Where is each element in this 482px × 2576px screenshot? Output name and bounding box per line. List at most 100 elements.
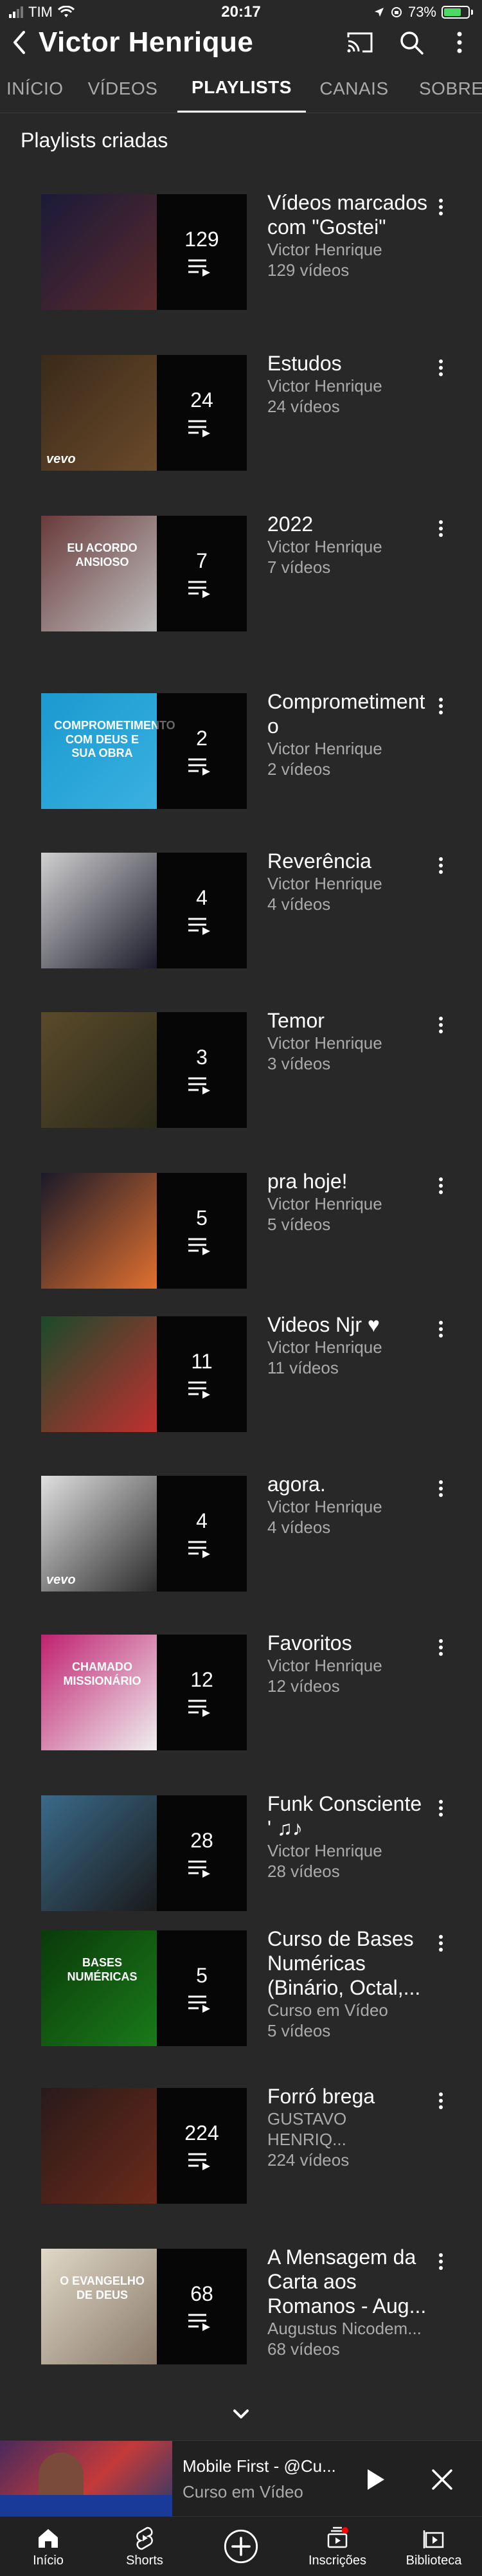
- playlist-menu-button[interactable]: [428, 1476, 454, 1501]
- mini-player-close-button[interactable]: [428, 2465, 456, 2494]
- playlist-row[interactable]: 5 pra hoje! Victor Henrique 5 vídeos: [0, 1169, 482, 1298]
- thumbnail-caption: COMPROMETIMENTO COM DEUS E SUA OBRA: [54, 719, 175, 760]
- playlist-menu-button[interactable]: [428, 1316, 454, 1342]
- mini-player-play-button[interactable]: [360, 2465, 388, 2494]
- section-title: Playlists criadas: [21, 129, 168, 152]
- playlist-thumbnail[interactable]: O EVANGELHO DE DEUS 68: [41, 2249, 247, 2364]
- playlist-author: GUSTAVO HENRIQ...: [267, 2109, 347, 2149]
- playlist-info[interactable]: Forró brega GUSTAVO HENRIQ... 224 vídeos: [267, 2084, 428, 2170]
- playlist-thumbnail[interactable]: 129: [41, 194, 247, 310]
- thumbnail-image: [41, 194, 157, 310]
- playlist-thumbnail[interactable]: vevo 24: [41, 355, 247, 471]
- playlist-menu-button[interactable]: [428, 1795, 454, 1821]
- playlist-menu-button[interactable]: [428, 1173, 454, 1199]
- search-icon: [400, 32, 424, 55]
- playlist-queue-icon: [188, 918, 210, 935]
- nav-inicio[interactable]: Início: [0, 2517, 96, 2576]
- cast-button[interactable]: [334, 24, 386, 60]
- playlist-menu-button[interactable]: [428, 853, 454, 878]
- search-button[interactable]: [386, 24, 437, 60]
- playlist-menu-button[interactable]: [428, 1012, 454, 1038]
- more-vert-icon: [439, 1639, 443, 1656]
- playlist-row[interactable]: COMPROMETIMENTO COM DEUS E SUA OBRA 2 Comp…: [0, 689, 482, 818]
- playlist-info[interactable]: 2022 Victor Henrique 7 vídeos: [267, 512, 428, 577]
- playlist-info[interactable]: Funk Consciente ' ♫♪ Victor Henrique 28 ví…: [267, 1791, 428, 1882]
- thumbnail-image: [41, 1173, 157, 1289]
- more-vert-icon: [439, 1935, 443, 1952]
- playlist-info[interactable]: Favoritos Victor Henrique 12 vídeos: [267, 1631, 428, 1696]
- playlist-thumbnail[interactable]: 5: [41, 1173, 247, 1289]
- playlist-thumbnail[interactable]: 4: [41, 853, 247, 968]
- playlist-info[interactable]: Vídeos marcados com "Gostei" Victor Henri…: [267, 190, 428, 280]
- playlist-info[interactable]: Comprometimento Victor Henrique 2 vídeos: [267, 689, 428, 779]
- playlist-thumbnail[interactable]: vevo 4: [41, 1476, 247, 1592]
- nav-biblioteca[interactable]: Biblioteca: [386, 2517, 482, 2576]
- playlist-thumbnail[interactable]: 11: [41, 1316, 247, 1432]
- playlist-info[interactable]: agora. Victor Henrique 4 vídeos: [267, 1472, 428, 1537]
- nav-label: Inscrições: [308, 2553, 367, 2568]
- nav-label: Início: [33, 2553, 64, 2568]
- playlist-count-overlay: 68: [157, 2249, 247, 2364]
- battery-icon: [442, 6, 473, 19]
- more-vert-icon: [439, 1321, 443, 1338]
- more-vert-icon: [439, 1800, 443, 1817]
- thumbnail-image: [41, 2088, 157, 2204]
- clock: 20:17: [221, 3, 261, 21]
- more-vert-icon: [439, 2092, 443, 2109]
- playlist-menu-button[interactable]: [428, 693, 454, 719]
- nav-create[interactable]: [193, 2517, 289, 2576]
- playlist-info[interactable]: Curso de Bases Numéricas (Binário, Octal…: [267, 1927, 428, 2041]
- thumbnail-image: [41, 1635, 157, 1750]
- playlist-thumbnail[interactable]: 3: [41, 1012, 247, 1128]
- playlist-info[interactable]: Reverência Victor Henrique 4 vídeos: [267, 849, 428, 914]
- playlist-row[interactable]: O EVANGELHO DE DEUS 68 A Mensagem da Carta…: [0, 2245, 482, 2373]
- playlist-thumbnail[interactable]: COMPROMETIMENTO COM DEUS E SUA OBRA 2: [41, 693, 247, 809]
- playlist-info[interactable]: Temor Victor Henrique 3 vídeos: [267, 1008, 428, 1074]
- expand-button[interactable]: [228, 2405, 254, 2424]
- playlist-row[interactable]: EU ACORDO ANSIOSO 7 2022 Victor Henrique 7 v…: [0, 512, 482, 640]
- playlist-row[interactable]: vevo 4 agora. Victor Henrique 4 vídeos: [0, 1472, 482, 1601]
- playlist-row[interactable]: 4 Reverência Victor Henrique 4 vídeos: [0, 849, 482, 977]
- playlist-count-overlay: 28: [157, 1795, 247, 1911]
- playlist-menu-button[interactable]: [428, 1635, 454, 1660]
- playlist-thumbnail[interactable]: 28: [41, 1795, 247, 1911]
- tab-inicio[interactable]: INÍCIO: [0, 64, 68, 113]
- playlist-row[interactable]: 11 Videos Njr ♥ Victor Henrique 11 vídeos: [0, 1312, 482, 1441]
- playlist-thumbnail[interactable]: 224: [41, 2088, 247, 2204]
- playlist-row[interactable]: 129 Vídeos marcados com "Gostei" Victor He…: [0, 190, 482, 319]
- more-vert-icon: [439, 857, 443, 874]
- tab-sobre[interactable]: SOBRE: [402, 64, 482, 113]
- more-options-button[interactable]: [437, 24, 482, 60]
- playlist-menu-button[interactable]: [428, 2249, 454, 2274]
- playlist-row[interactable]: vevo 24 Estudos Victor Henrique 24 vídeos: [0, 351, 482, 480]
- playlist-row[interactable]: 3 Temor Victor Henrique 3 vídeos: [0, 1008, 482, 1137]
- playlist-menu-button[interactable]: [428, 194, 454, 220]
- mini-player-thumbnail[interactable]: [0, 2441, 172, 2517]
- mini-player[interactable]: Mobile First - @Cu... Curso em Vídeo: [0, 2440, 482, 2517]
- playlist-thumbnail[interactable]: EU ACORDO ANSIOSO 7: [41, 516, 247, 631]
- playlist-menu-button[interactable]: [428, 516, 454, 541]
- mini-player-title[interactable]: Mobile First - @Cu...: [183, 2456, 350, 2476]
- library-icon: [423, 2530, 444, 2548]
- playlist-menu-button[interactable]: [428, 355, 454, 381]
- playlist-title: Forró brega: [267, 2085, 375, 2108]
- playlist-row[interactable]: CHAMADO MISSIONÁRIO 12 Favoritos Victor Hen…: [0, 1631, 482, 1759]
- nav-inscricoes[interactable]: Inscrições: [289, 2517, 386, 2576]
- playlist-row[interactable]: BASES NUMÉRICAS 5 Curso de Bases Numéricas…: [0, 1927, 482, 2055]
- nav-shorts[interactable]: Shorts: [96, 2517, 193, 2576]
- playlist-thumbnail[interactable]: CHAMADO MISSIONÁRIO 12: [41, 1635, 247, 1750]
- playlist-menu-button[interactable]: [428, 1930, 454, 1956]
- tab-playlists[interactable]: PLAYLISTS: [177, 64, 306, 113]
- playlist-thumbnail[interactable]: BASES NUMÉRICAS 5: [41, 1930, 247, 2046]
- back-button[interactable]: [0, 24, 39, 60]
- tab-videos[interactable]: VÍDEOS: [68, 64, 177, 113]
- playlist-info[interactable]: A Mensagem da Carta aos Romanos - Aug...…: [267, 2245, 428, 2359]
- playlist-info[interactable]: Videos Njr ♥ Victor Henrique 11 vídeos: [267, 1312, 428, 1378]
- playlist-row[interactable]: 224 Forró brega GUSTAVO HENRIQ... 224 vídeo…: [0, 2084, 482, 2213]
- playlist-info[interactable]: pra hoje! Victor Henrique 5 vídeos: [267, 1169, 428, 1235]
- playlist-author: Victor Henrique: [267, 1497, 382, 1516]
- playlist-row[interactable]: 28 Funk Consciente ' ♫♪ Victor Henrique 28 …: [0, 1791, 482, 1920]
- tab-canais[interactable]: CANAIS: [306, 64, 402, 113]
- playlist-menu-button[interactable]: [428, 2088, 454, 2114]
- playlist-info[interactable]: Estudos Victor Henrique 24 vídeos: [267, 351, 428, 417]
